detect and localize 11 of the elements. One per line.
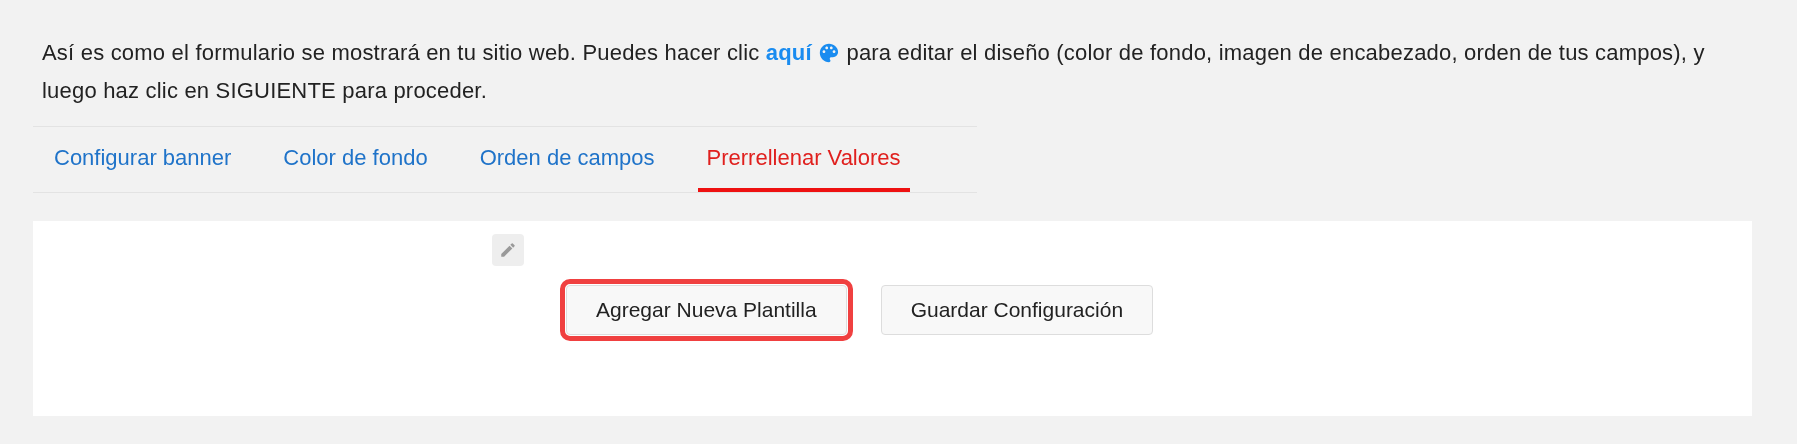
- action-button[interactable]: Guardar Configuración: [880, 285, 1154, 335]
- pencil-icon: [499, 241, 517, 259]
- action-button[interactable]: Agregar Nueva Plantilla: [566, 285, 847, 335]
- edit-button[interactable]: [492, 234, 524, 266]
- intro-text: Así es como el formulario se mostrará en tu sitio web. Puedes hacer clic aquí para editar el diseño (color de fondo, imagen de encabezado, orden de tus campos), y luego haz clic en SIGUIENTE para proceder.: [41, 39, 1706, 105]
- tab[interactable]: Configurar banner: [45, 127, 241, 192]
- tab[interactable]: Orden de campos: [470, 127, 664, 192]
- edit-link[interactable]: aquí: [765, 40, 812, 65]
- palette-icon: [818, 42, 841, 64]
- tab[interactable]: Prerrellenar Valores: [697, 127, 910, 192]
- tab[interactable]: Color de fondo: [274, 127, 437, 192]
